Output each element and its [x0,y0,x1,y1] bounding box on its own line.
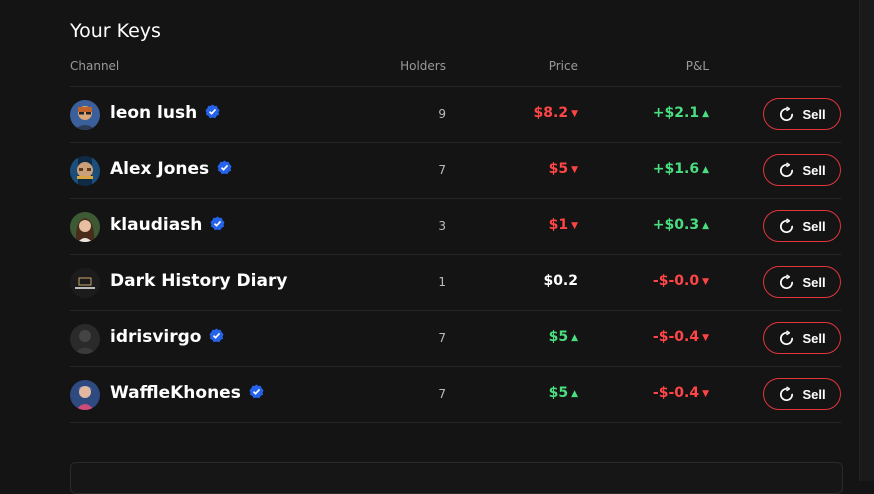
channel-name[interactable]: leon lush [110,103,220,123]
price-value: $8.2 ▼ [533,105,578,121]
table-row: Alex Jones 7 $5 ▼ +$1.6 ▲ Sell [70,142,841,198]
holders-count: 7 [438,331,446,345]
table-row: idrisvirgo 7 $5 ▲ -$-0.4 ▼ Sell [70,310,841,366]
section-title: Your Keys [70,20,161,42]
sell-label: Sell [802,106,826,122]
caret-down-icon: ▼ [702,277,709,287]
avatar[interactable] [70,156,100,186]
caret-up-icon: ▲ [702,165,709,175]
channel-name[interactable]: Alex Jones [110,159,232,179]
keys-table: leon lush 9 $8.2 ▼ +$2.1 ▲ Sell Alex Jones… [70,86,841,423]
column-header-pnl: P&L [685,59,709,73]
next-section-card [70,462,843,494]
table-row: leon lush 9 $8.2 ▼ +$2.1 ▲ Sell [70,86,841,142]
price-value: $1 ▼ [548,217,578,233]
pnl-value: +$1.6 ▲ [652,161,709,177]
caret-down-icon: ▼ [702,333,709,343]
sell-label: Sell [802,330,826,346]
refresh-icon [780,273,794,289]
refresh-icon [780,329,794,345]
price-value: $5 ▲ [548,385,578,401]
scrollbar-track[interactable] [859,0,874,481]
table-row: WaffleKhones 7 $5 ▲ -$-0.4 ▼ Sell [70,366,841,423]
price-value: $0.2 [543,273,578,289]
sell-label: Sell [802,162,826,178]
sell-button[interactable]: Sell [763,210,841,242]
avatar[interactable] [70,268,100,298]
price-value: $5 ▲ [548,329,578,345]
sell-button[interactable]: Sell [763,378,841,410]
sell-label: Sell [802,218,826,234]
sell-button[interactable]: Sell [763,154,841,186]
pnl-value: -$-0.4 ▼ [652,385,709,401]
holders-count: 7 [438,387,446,401]
caret-down-icon: ▼ [702,389,709,399]
refresh-icon [780,385,794,401]
verified-badge-icon [209,328,224,343]
price-value: $5 ▼ [548,161,578,177]
pnl-value: -$-0.0 ▼ [652,273,709,289]
pnl-value: +$0.3 ▲ [652,217,709,233]
channel-name[interactable]: Dark History Diary [110,271,287,291]
table-row: klaudiash 3 $1 ▼ +$0.3 ▲ Sell [70,198,841,254]
caret-up-icon: ▲ [702,221,709,231]
column-header-holders: Holders [400,59,446,73]
table-row: Dark History Diary 1 $0.2 -$-0.0 ▼ Sell [70,254,841,310]
verified-badge-icon [210,216,225,231]
holders-count: 3 [438,219,446,233]
holders-count: 7 [438,163,446,177]
avatar[interactable] [70,380,100,410]
caret-down-icon: ▼ [571,165,578,175]
channel-name[interactable]: WaffleKhones [110,383,264,403]
verified-badge-icon [249,384,264,399]
sell-button[interactable]: Sell [763,98,841,130]
caret-up-icon: ▲ [702,109,709,119]
pnl-value: +$2.1 ▲ [652,105,709,121]
avatar[interactable] [70,212,100,242]
verified-badge-icon [217,160,232,175]
holders-count: 9 [438,107,446,121]
pnl-value: -$-0.4 ▼ [652,329,709,345]
sell-label: Sell [802,274,826,290]
channel-name[interactable]: klaudiash [110,215,225,235]
refresh-icon [780,217,794,233]
refresh-icon [780,105,794,121]
avatar[interactable] [70,100,100,130]
verified-badge-icon [205,104,220,119]
column-header-price: Price [548,59,578,73]
caret-down-icon: ▼ [571,109,578,119]
sell-button[interactable]: Sell [763,322,841,354]
caret-up-icon: ▲ [571,333,578,343]
caret-down-icon: ▼ [571,221,578,231]
avatar[interactable] [70,324,100,354]
refresh-icon [780,161,794,177]
caret-up-icon: ▲ [571,389,578,399]
table-header: Channel Holders Price P&L [70,59,841,79]
holders-count: 1 [438,275,446,289]
column-header-channel: Channel [70,59,120,73]
channel-name[interactable]: idrisvirgo [110,327,224,347]
sell-button[interactable]: Sell [763,266,841,298]
sell-label: Sell [802,386,826,402]
